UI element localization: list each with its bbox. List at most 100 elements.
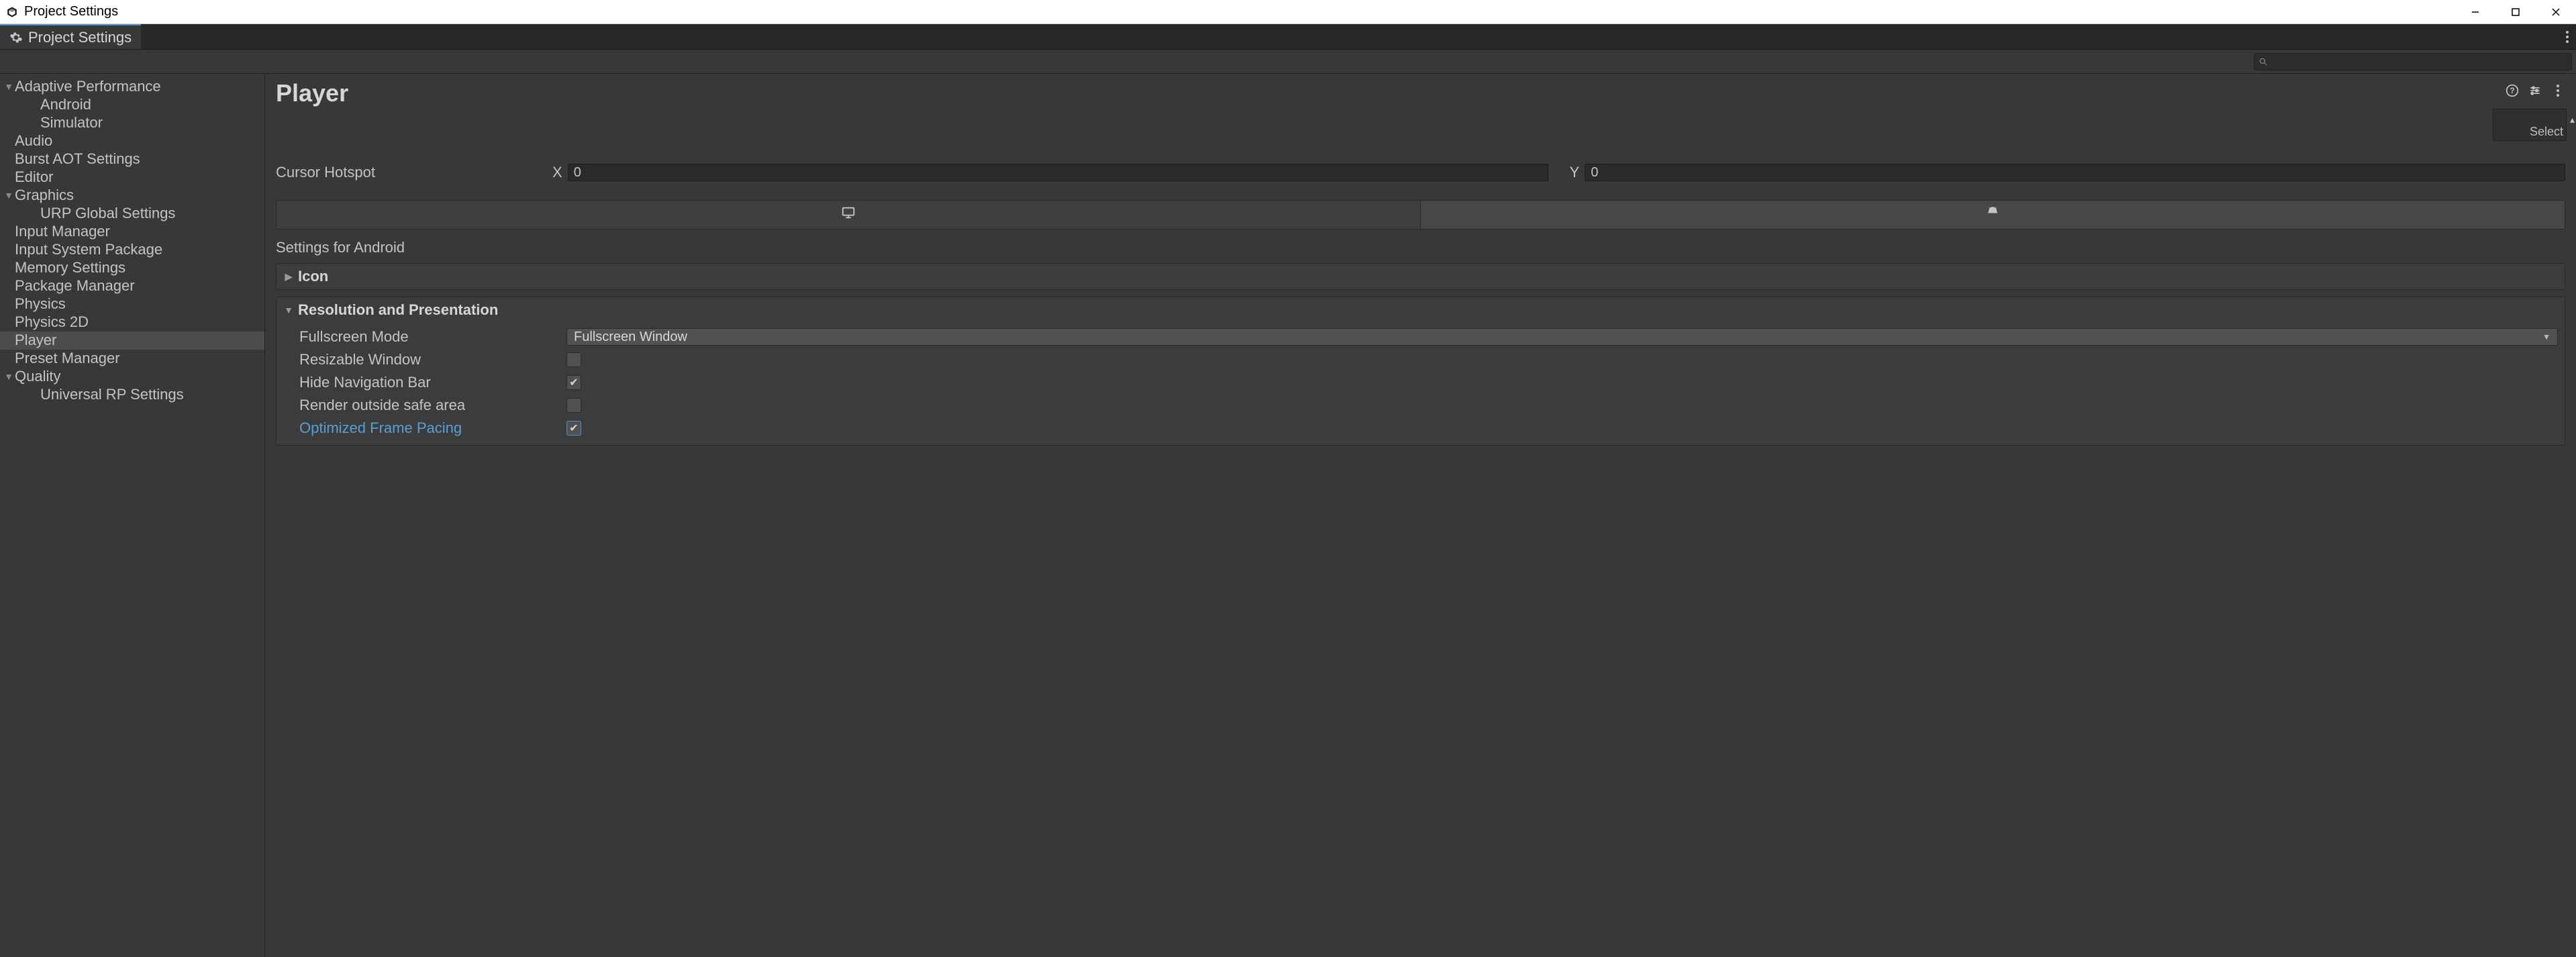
foldout-open-icon: ▼ — [283, 305, 294, 315]
fullscreen-mode-value: Fullscreen Window — [574, 330, 687, 345]
help-icon[interactable]: ? — [2505, 83, 2520, 98]
section-resolution-header[interactable]: ▼ Resolution and Presentation — [277, 297, 2565, 323]
hide-nav-checkbox[interactable]: ✔ — [566, 375, 581, 390]
y-label: Y — [1570, 164, 1580, 181]
tab-project-settings[interactable]: Project Settings — [0, 24, 141, 49]
sidebar-item-preset-manager[interactable]: ▶Preset Manager — [0, 350, 264, 368]
sidebar-item-burst-aot-settings[interactable]: ▶Burst AOT Settings — [0, 150, 264, 168]
hide-nav-row: Hide Navigation Bar ✔ — [299, 371, 2558, 394]
platform-tab-standalone[interactable] — [277, 201, 1421, 229]
sidebar-item-memory-settings[interactable]: ▶Memory Settings — [0, 259, 264, 277]
search-field[interactable] — [2272, 54, 2567, 68]
sidebar-item-urp-global-settings[interactable]: ▶URP Global Settings — [0, 205, 264, 223]
sidebar-item-label: Editor — [15, 168, 53, 186]
resizable-window-row: Resizable Window — [299, 348, 2558, 371]
tab-label: Project Settings — [28, 29, 132, 46]
page-title: Player — [276, 79, 2505, 107]
sidebar-item-editor[interactable]: ▶Editor — [0, 168, 264, 187]
foldout-closed-icon: ▶ — [283, 271, 294, 283]
section-icon-header[interactable]: ▶ Icon — [277, 264, 2565, 289]
x-value: 0 — [574, 165, 581, 181]
sidebar-item-adaptive-performance[interactable]: ▼Adaptive Performance — [0, 78, 264, 96]
sidebar-item-label: Physics 2D — [15, 313, 89, 331]
foldout-open-icon: ▼ — [3, 81, 15, 93]
chevron-down-icon: ▼ — [2542, 332, 2550, 342]
settings-content: Player ? Select ▴ C — [265, 74, 2576, 957]
optimized-fp-label: Optimized Frame Pacing — [299, 419, 566, 437]
sidebar-item-label: Quality — [15, 368, 60, 385]
section-resolution: ▼ Resolution and Presentation Fullscreen… — [276, 297, 2565, 446]
sidebar-item-label: Android — [40, 96, 91, 113]
cursor-hotspot-x-field[interactable]: 0 — [568, 164, 1548, 181]
window-maximize-button[interactable] — [2495, 0, 2536, 24]
cursor-hotspot-row: Cursor Hotspot X 0 Y 0 — [276, 162, 2565, 183]
fullscreen-mode-label: Fullscreen Mode — [299, 328, 566, 346]
svg-text:?: ? — [2510, 87, 2514, 95]
platform-tabs — [276, 200, 2565, 230]
editor-tabbar: Project Settings — [0, 24, 2576, 50]
sidebar-item-package-manager[interactable]: ▶Package Manager — [0, 277, 264, 295]
sidebar-item-label: Graphics — [15, 187, 74, 204]
sidebar-item-label: Package Manager — [15, 277, 135, 295]
sidebar-item-label: Adaptive Performance — [15, 78, 161, 95]
cursor-hotspot-y-field[interactable]: 0 — [1585, 164, 2565, 181]
settings-for-label: Settings for Android — [276, 239, 2565, 256]
scroll-up-indicator: ▴ — [2570, 114, 2575, 125]
window-close-button[interactable] — [2536, 0, 2576, 24]
select-label: Select — [2530, 125, 2563, 139]
android-icon — [1985, 205, 2000, 224]
sidebar-item-label: Input System Package — [15, 241, 162, 258]
window-minimize-button[interactable] — [2455, 0, 2495, 24]
optimized-fp-checkbox[interactable]: ✔ — [566, 421, 581, 436]
preset-icon[interactable] — [2528, 83, 2542, 98]
search-icon — [2259, 57, 2268, 66]
sidebar-item-quality[interactable]: ▼Quality — [0, 368, 264, 386]
search-input[interactable] — [2254, 53, 2572, 70]
settings-toolbar — [0, 50, 2576, 74]
sidebar-item-label: Preset Manager — [15, 350, 120, 367]
monitor-icon — [840, 205, 856, 224]
sidebar-item-input-manager[interactable]: ▶Input Manager — [0, 223, 264, 241]
section-resolution-title: Resolution and Presentation — [298, 301, 498, 319]
sidebar-item-label: Burst AOT Settings — [15, 150, 140, 168]
render-safe-label: Render outside safe area — [299, 397, 566, 414]
sidebar-item-input-system-package[interactable]: ▶Input System Package — [0, 241, 264, 259]
resizable-window-checkbox[interactable] — [566, 352, 581, 367]
window-titlebar: Project Settings — [0, 0, 2576, 24]
sidebar-item-label: Player — [15, 332, 56, 349]
sidebar-item-label: Simulator — [40, 114, 103, 132]
sidebar-item-label: URP Global Settings — [40, 205, 175, 222]
sidebar-item-label: Physics — [15, 295, 66, 313]
sidebar-item-graphics[interactable]: ▼Graphics — [0, 187, 264, 205]
section-icon-title: Icon — [298, 268, 328, 285]
sidebar-item-physics[interactable]: ▶Physics — [0, 295, 264, 313]
sidebar-item-universal-rp-settings[interactable]: ▶Universal RP Settings — [0, 386, 264, 404]
sidebar-item-android[interactable]: ▶Android — [0, 96, 264, 114]
gear-icon — [9, 31, 23, 44]
fullscreen-mode-dropdown[interactable]: Fullscreen Window ▼ — [566, 328, 2558, 346]
x-label: X — [552, 164, 562, 181]
foldout-open-icon: ▼ — [3, 190, 15, 201]
render-safe-checkbox[interactable] — [566, 398, 581, 413]
hide-nav-label: Hide Navigation Bar — [299, 374, 566, 391]
sidebar-item-label: Audio — [15, 132, 52, 150]
sidebar-item-simulator[interactable]: ▶Simulator — [0, 114, 264, 132]
settings-sidebar: ▼Adaptive Performance▶Android▶Simulator▶… — [0, 74, 265, 957]
optimized-fp-row: Optimized Frame Pacing ✔ — [299, 417, 2558, 440]
unity-icon — [5, 5, 19, 19]
foldout-open-icon: ▼ — [3, 371, 15, 383]
sidebar-item-player[interactable]: ▶Player — [0, 332, 264, 350]
sidebar-item-label: Input Manager — [15, 223, 110, 240]
render-safe-row: Render outside safe area — [299, 394, 2558, 417]
sidebar-item-label: Memory Settings — [15, 259, 126, 276]
texture-select-button[interactable]: Select — [2493, 109, 2567, 141]
window-title: Project Settings — [24, 4, 118, 19]
sidebar-item-label: Universal RP Settings — [40, 386, 184, 403]
sidebar-item-physics-2d[interactable]: ▶Physics 2D — [0, 313, 264, 332]
cursor-hotspot-label: Cursor Hotspot — [276, 164, 550, 181]
context-menu-icon[interactable] — [2550, 83, 2565, 98]
section-icon: ▶ Icon — [276, 263, 2565, 290]
tab-menu-button[interactable] — [2559, 24, 2576, 49]
sidebar-item-audio[interactable]: ▶Audio — [0, 132, 264, 150]
platform-tab-android[interactable] — [1421, 201, 2565, 229]
